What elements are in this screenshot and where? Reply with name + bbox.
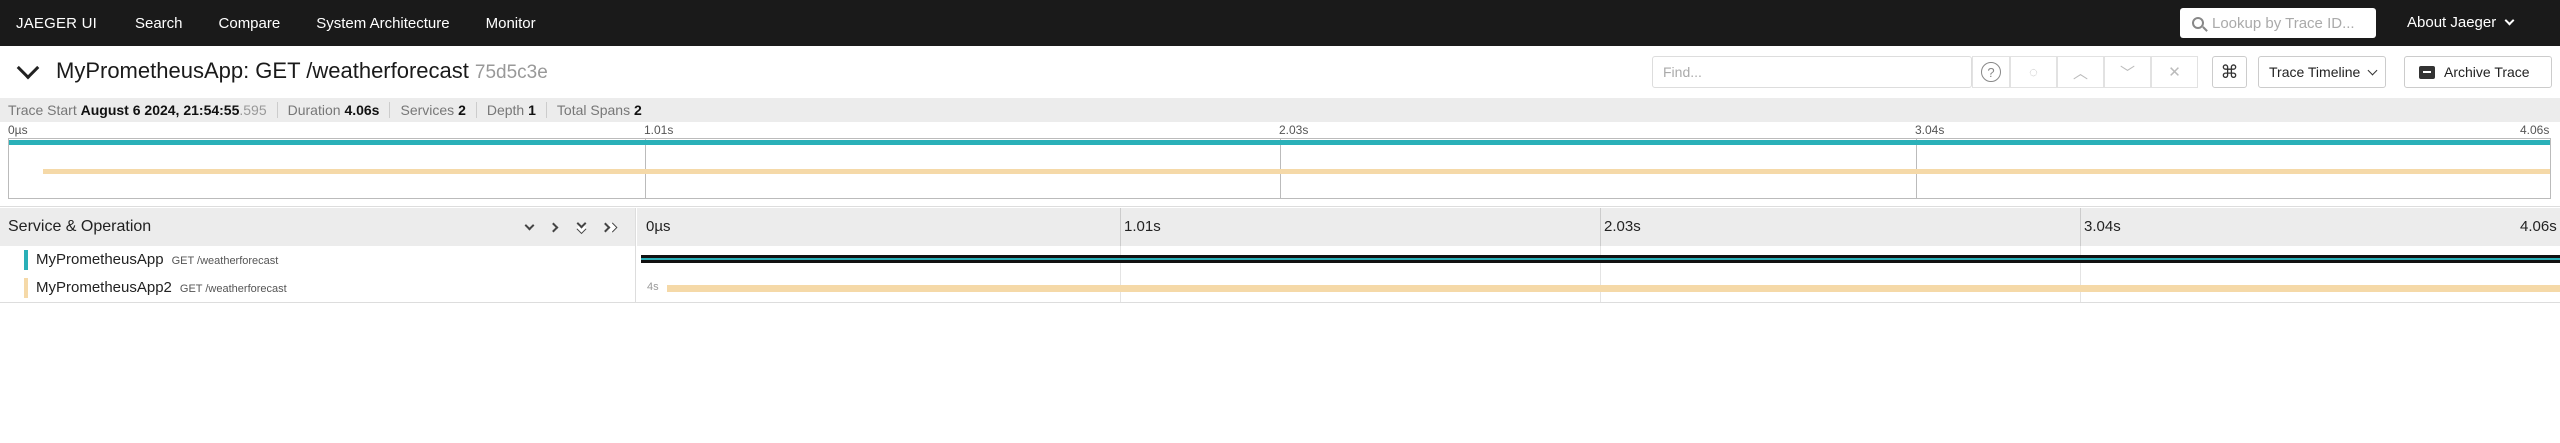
span-service-cell[interactable]: MyPrometheusApp GET /weatherforecast	[0, 246, 636, 274]
view-select[interactable]: Trace Timeline	[2258, 56, 2386, 88]
collapse-one-icon[interactable]	[521, 219, 537, 235]
span-bar[interactable]	[641, 255, 2560, 263]
total-spans-label: Total Spans	[556, 102, 631, 118]
timeline-tick: 1.01s	[1124, 218, 1161, 235]
view-select-value: Trace Timeline	[2269, 64, 2361, 80]
minimap-tick: 1.01s	[644, 123, 674, 137]
divider	[0, 206, 2560, 207]
command-icon: ⌘	[2220, 61, 2239, 82]
total-spans-value: 2	[633, 102, 642, 118]
service-color-bar	[24, 250, 28, 270]
span-row[interactable]: MyPrometheusApp GET /weatherforecast	[0, 246, 2560, 274]
span-bar[interactable]	[667, 285, 2560, 292]
minimap-tick: 3.04s	[1915, 123, 1945, 137]
archive-icon	[2419, 65, 2435, 79]
trace-header: MyPrometheusApp: GET /weatherforecast 75d…	[0, 46, 2560, 98]
divider	[0, 302, 2560, 303]
timeline-gridline	[2080, 208, 2081, 246]
depth-value: 1	[528, 102, 536, 118]
lookup-placeholder: Lookup by Trace ID...	[2212, 14, 2355, 32]
next-match-button[interactable]: ﹀	[2104, 56, 2151, 88]
service-color-bar	[24, 278, 28, 298]
timeline-tick: 4.06s	[2520, 218, 2557, 235]
span-row[interactable]: MyPrometheusApp2 GET /weatherforecast 4s	[0, 274, 2560, 302]
services-value: 2	[458, 102, 466, 118]
trace-id-lookup-input[interactable]: Lookup by Trace ID...	[2180, 8, 2376, 38]
nav-system-architecture-link[interactable]: System Architecture	[316, 15, 449, 32]
locate-button[interactable]: ◌	[2010, 56, 2057, 88]
trace-summary: Trace Start August 6 2024, 21:54:55.595 …	[0, 98, 2560, 122]
total-spans: Total Spans 2	[557, 102, 652, 118]
top-nav: JAEGER UI Search Compare System Architec…	[0, 0, 2560, 46]
help-icon: ?	[1981, 62, 2001, 82]
about-label: About Jaeger	[2407, 14, 2497, 31]
chevron-down-icon	[2504, 15, 2515, 26]
duration-value: 4.06s	[344, 102, 380, 118]
timeline-gridline	[1120, 208, 1121, 246]
help-button[interactable]: ?	[1972, 56, 2010, 88]
minimap-tick: 2.03s	[1279, 123, 1309, 137]
chevron-up-icon: ︿	[2072, 64, 2088, 82]
timeline-gridline	[1600, 208, 1601, 246]
span-service-cell[interactable]: MyPrometheusApp2 GET /weatherforecast	[0, 274, 636, 302]
keyboard-shortcuts-button[interactable]: ⌘	[2212, 56, 2247, 88]
minimap-span-bar	[43, 169, 2550, 174]
brand-logo[interactable]: JAEGER UI	[16, 15, 97, 32]
prev-match-button[interactable]: ︿	[2057, 56, 2104, 88]
collapse-chevron-icon[interactable]	[16, 56, 40, 80]
span-timeline-cell[interactable]: 4s	[637, 274, 2560, 302]
chevron-down-icon	[2367, 65, 2378, 75]
span-timeline-cell[interactable]	[637, 246, 2560, 274]
nav-compare-link[interactable]: Compare	[219, 15, 281, 32]
trace-minimap[interactable]	[8, 138, 2551, 199]
archive-label: Archive Trace	[2444, 64, 2530, 80]
search-icon	[2192, 17, 2204, 29]
clear-search-button[interactable]: ✕	[2151, 56, 2198, 88]
span-service-name: MyPrometheusApp2 GET /weatherforecast	[36, 279, 287, 296]
span-service-name: MyPrometheusApp GET /weatherforecast	[36, 251, 279, 268]
collapse-all-icon[interactable]	[573, 218, 589, 235]
trace-start-ms: .595	[239, 102, 267, 118]
span-duration-label: 4s	[647, 281, 659, 293]
services-label: Services	[400, 102, 455, 118]
timeline-tick: 2.03s	[1604, 218, 1641, 235]
services: Services 2	[400, 102, 477, 118]
timeline-tick: 0µs	[646, 218, 671, 235]
span-operation: GET /weatherforecast	[179, 283, 287, 295]
duration-label: Duration	[287, 102, 341, 118]
trace-id: 75d5c3e	[474, 62, 548, 83]
depth-label: Depth	[486, 102, 525, 118]
span-operation: GET /weatherforecast	[171, 255, 279, 267]
close-icon: ✕	[2168, 64, 2181, 81]
trace-start: Trace Start August 6 2024, 21:54:55.595	[8, 102, 278, 118]
depth: Depth 1	[487, 102, 547, 118]
minimap-tick: 4.06s	[2520, 123, 2550, 137]
trace-start-value: August 6 2024, 21:54:55	[80, 102, 240, 118]
minimap-span-bar	[9, 140, 2550, 145]
service-operation-title: Service & Operation	[8, 218, 152, 235]
about-jaeger-menu[interactable]: About Jaeger	[2407, 14, 2515, 31]
nav-monitor-link[interactable]: Monitor	[486, 15, 536, 32]
timeline-tick: 3.04s	[2084, 218, 2121, 235]
trace-start-label: Trace Start	[8, 102, 77, 118]
duration: Duration 4.06s	[288, 102, 391, 118]
archive-trace-button[interactable]: Archive Trace	[2404, 56, 2552, 88]
expand-all-icon[interactable]	[600, 219, 617, 235]
timeline-header[interactable]: 0µs 1.01s 2.03s 3.04s 4.06s	[637, 208, 2560, 246]
minimap-tick: 0µs	[8, 123, 28, 137]
trace-name: MyPrometheusApp: GET /weatherforecast	[56, 58, 469, 83]
minimap-ticks: 0µs 1.01s 2.03s 3.04s 4.06s	[0, 122, 2560, 138]
find-input[interactable]: Find...	[1652, 56, 1972, 88]
service-operation-header: Service & Operation	[0, 208, 636, 246]
nav-search-link[interactable]: Search	[135, 15, 183, 32]
chevron-down-icon: ﹀	[2119, 64, 2135, 82]
page-title: MyPrometheusApp: GET /weatherforecast 75d…	[56, 58, 548, 84]
target-icon: ◌	[2029, 63, 2038, 81]
expand-one-icon[interactable]	[547, 219, 563, 235]
